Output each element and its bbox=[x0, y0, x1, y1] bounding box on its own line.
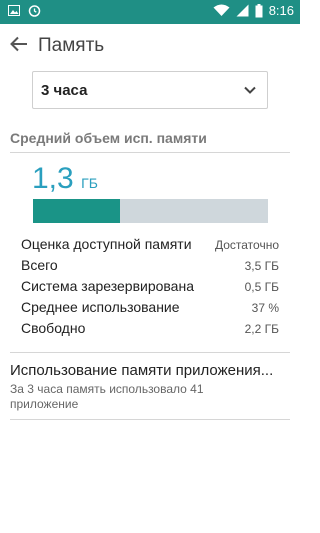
status-bar: 8:16 bbox=[0, 0, 300, 24]
memory-usage-bar bbox=[33, 199, 268, 223]
memory-stats-list: Оценка доступной памяти Достаточно Всего… bbox=[21, 236, 279, 341]
stat-label: Система зарезервирована bbox=[21, 278, 194, 294]
stat-row-total: Всего 3,5 ГБ bbox=[21, 257, 279, 278]
app-memory-usage-item[interactable]: Использование памяти приложения... За 3 … bbox=[10, 362, 290, 412]
stat-label: Всего bbox=[21, 257, 58, 273]
stat-row-average-usage: Среднее использование 37 % bbox=[21, 299, 279, 320]
wifi-icon bbox=[213, 4, 230, 17]
stat-row-available: Оценка доступной памяти Достаточно bbox=[21, 236, 279, 257]
stat-label: Свободно bbox=[21, 320, 86, 336]
stat-value: 37 % bbox=[251, 301, 279, 315]
signal-icon bbox=[236, 4, 249, 17]
memory-usage-fill bbox=[33, 199, 120, 223]
app-memory-usage-description: За 3 часа память использовало 41 приложе… bbox=[10, 382, 204, 411]
stat-label: Оценка доступной памяти bbox=[21, 236, 192, 252]
stat-value: 0,5 ГБ bbox=[244, 280, 279, 294]
back-button[interactable] bbox=[2, 29, 36, 63]
page-title: Память bbox=[38, 35, 105, 56]
stat-row-system-reserved: Система зарезервирована 0,5 ГБ bbox=[21, 278, 279, 299]
section-header-average: Средний объем исп. памяти bbox=[10, 130, 207, 146]
average-memory-unit: ГБ bbox=[81, 175, 98, 191]
stat-value: 3,5 ГБ bbox=[244, 259, 279, 273]
time-range-value: 3 часа bbox=[41, 81, 88, 99]
chevron-down-icon bbox=[243, 83, 257, 102]
average-memory-value: 1,3 ГБ bbox=[32, 162, 98, 196]
stat-row-free: Свободно 2,2 ГБ bbox=[21, 320, 279, 341]
image-icon bbox=[8, 5, 20, 16]
section-divider bbox=[10, 152, 290, 153]
time-range-dropdown[interactable]: 3 часа bbox=[32, 71, 268, 109]
stat-value: Достаточно bbox=[214, 238, 279, 252]
alarm-icon bbox=[28, 4, 41, 17]
stat-value: 2,2 ГБ bbox=[244, 322, 279, 336]
status-time: 8:16 bbox=[268, 3, 294, 18]
average-memory-number: 1,3 bbox=[32, 162, 74, 195]
stat-label: Среднее использование bbox=[21, 299, 180, 315]
app-bar: Память bbox=[0, 24, 300, 68]
app-memory-usage-title: Использование памяти приложения... bbox=[10, 362, 274, 379]
arrow-left-icon bbox=[10, 36, 28, 57]
divider bbox=[10, 352, 290, 353]
battery-icon bbox=[255, 3, 263, 18]
divider bbox=[10, 419, 290, 420]
